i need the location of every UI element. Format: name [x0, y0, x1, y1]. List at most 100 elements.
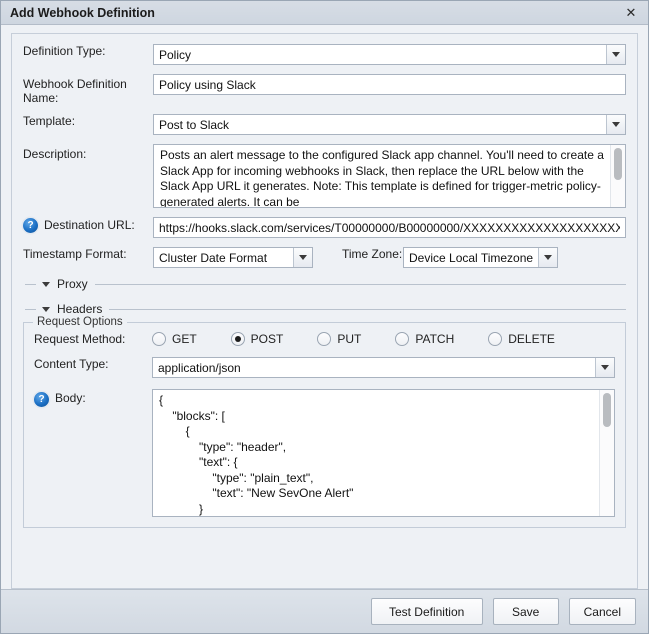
webhook-name-input[interactable] [153, 74, 626, 95]
section-toggle-proxy[interactable]: Proxy [23, 277, 626, 291]
separator-line [94, 283, 626, 285]
time-zone-label-cell: Time Zone: [313, 247, 403, 261]
destination-url-input[interactable] [153, 217, 626, 238]
triangle-down-icon[interactable] [42, 306, 50, 312]
radio-option-post[interactable]: POST [230, 332, 284, 346]
timestamp-format-dropdown-button[interactable] [293, 248, 312, 267]
help-icon[interactable]: ? [23, 218, 38, 233]
radio-label-post: POST [250, 332, 284, 346]
webhook-name-field-cell [153, 74, 626, 95]
template-label-cell: Template: [23, 114, 153, 128]
webhook-name-row: Webhook Definition Name: [23, 74, 626, 105]
content-type-dropdown-button[interactable] [595, 358, 614, 377]
body-label: Body: [55, 391, 86, 405]
chevron-down-icon [601, 365, 609, 370]
timestamp-timezone-row: Timestamp Format: Cluster Date Format Ti… [23, 247, 626, 268]
content-type-value: application/json [158, 360, 241, 375]
destination-url-label-cell: ? Destination URL: [23, 217, 153, 233]
content-type-label-cell: Content Type: [34, 357, 152, 371]
destination-url-label: Destination URL: [44, 218, 135, 232]
description-field-cell: Posts an alert message to the configured… [153, 144, 626, 208]
request-method-label-cell: Request Method: [34, 332, 152, 346]
body-label-cell: ? Body: [34, 389, 152, 407]
request-options-group: Request Options Request Method: GET POST… [23, 316, 626, 528]
dialog-titlebar: Add Webhook Definition ✕ [1, 1, 648, 25]
request-method-label: Request Method: [34, 332, 126, 346]
destination-url-field-cell [153, 217, 626, 238]
chevron-down-icon [612, 122, 620, 127]
request-method-row: Request Method: GET POST PUT PATCH DELET… [34, 332, 615, 346]
proxy-section-label: Proxy [57, 277, 88, 291]
request-options-group-title: Request Options [33, 316, 127, 328]
triangle-down-icon[interactable] [42, 281, 50, 287]
timestamp-format-select[interactable]: Cluster Date Format [153, 247, 313, 268]
section-toggle-headers[interactable]: Headers [23, 302, 626, 316]
content-type-label: Content Type: [34, 357, 109, 371]
definition-type-select[interactable]: Policy [153, 44, 626, 65]
timestamp-format-value: Cluster Date Format [159, 250, 268, 265]
time-zone-dropdown-button[interactable] [538, 248, 558, 267]
time-zone-select[interactable]: Device Local Timezone [403, 247, 559, 268]
separator-dash [25, 308, 36, 310]
timestamp-format-label-cell: Timestamp Format: [23, 247, 153, 261]
time-zone-label: Time Zone: [342, 247, 403, 261]
time-zone-value: Device Local Timezone [409, 250, 534, 265]
content-type-row: Content Type: application/json [34, 357, 615, 378]
dialog-footer: Test Definition Save Cancel [1, 589, 648, 633]
body-textarea[interactable]: { "blocks": [ { "type": "header", "text"… [152, 389, 615, 517]
description-row: Description: Posts an alert message to t… [23, 144, 626, 208]
description-textarea[interactable]: Posts an alert message to the configured… [153, 144, 626, 208]
template-dropdown-button[interactable] [606, 115, 625, 134]
radio-option-put[interactable]: PUT [317, 332, 361, 346]
webhook-name-label: Webhook Definition Name: [23, 77, 127, 105]
definition-type-row: Definition Type: Policy [23, 44, 626, 65]
template-value: Post to Slack [159, 117, 230, 132]
template-label: Template: [23, 114, 76, 128]
close-icon[interactable]: ✕ [622, 4, 640, 22]
description-text: Posts an alert message to the configured… [160, 148, 604, 207]
radio-label-delete: DELETE [508, 332, 555, 346]
definition-type-value: Policy [159, 47, 192, 62]
body-scrollbar[interactable] [599, 390, 614, 516]
content-type-select[interactable]: application/json [152, 357, 615, 378]
description-scrollbar-thumb[interactable] [614, 148, 622, 180]
test-definition-button[interactable]: Test Definition [370, 598, 483, 625]
timestamp-format-label: Timestamp Format: [23, 247, 127, 261]
radio-label-get: GET [172, 332, 197, 346]
template-field-cell: Post to Slack [153, 114, 626, 135]
request-method-radio-group: GET POST PUT PATCH DELETE [152, 332, 615, 346]
description-label-cell: Description: [23, 144, 153, 161]
radio-option-delete[interactable]: DELETE [488, 332, 555, 346]
webhook-name-label-cell: Webhook Definition Name: [23, 74, 153, 105]
radio-option-patch[interactable]: PATCH [395, 332, 454, 346]
body-row: ? Body: { "blocks": [ { "type": "header"… [34, 389, 615, 517]
content-type-field-cell: application/json [152, 357, 615, 378]
chevron-down-icon [299, 255, 307, 260]
radio-label-patch: PATCH [415, 332, 455, 346]
separator-line [109, 308, 626, 310]
template-select[interactable]: Post to Slack [153, 114, 626, 135]
definition-type-label-cell: Definition Type: [23, 44, 153, 58]
destination-url-row: ? Destination URL: [23, 217, 626, 238]
body-field-cell: { "blocks": [ { "type": "header", "text"… [152, 389, 615, 517]
separator-dash [25, 283, 36, 285]
body-scrollbar-thumb[interactable] [603, 393, 611, 427]
radio-circle [395, 332, 410, 346]
description-scrollbar[interactable] [610, 145, 625, 207]
headers-section-label: Headers [57, 302, 103, 316]
definition-type-dropdown-button[interactable] [606, 45, 625, 64]
chevron-down-icon [544, 255, 553, 260]
form-panel: Definition Type: Policy Webhook Definiti… [11, 33, 638, 589]
help-icon[interactable]: ? [34, 392, 49, 407]
timestamp-format-field-cell: Cluster Date Format [153, 247, 313, 268]
time-zone-field-cell: Device Local Timezone [403, 247, 559, 268]
dialog-body: Definition Type: Policy Webhook Definiti… [1, 25, 648, 589]
radio-circle [488, 332, 503, 346]
save-button[interactable]: Save [492, 598, 559, 625]
description-label: Description: [23, 147, 87, 161]
cancel-button[interactable]: Cancel [568, 598, 636, 625]
radio-label-put: PUT [337, 332, 362, 346]
add-webhook-definition-dialog: Add Webhook Definition ✕ Definition Type… [0, 0, 649, 634]
radio-circle [152, 332, 166, 346]
radio-option-get[interactable]: GET [152, 332, 197, 346]
